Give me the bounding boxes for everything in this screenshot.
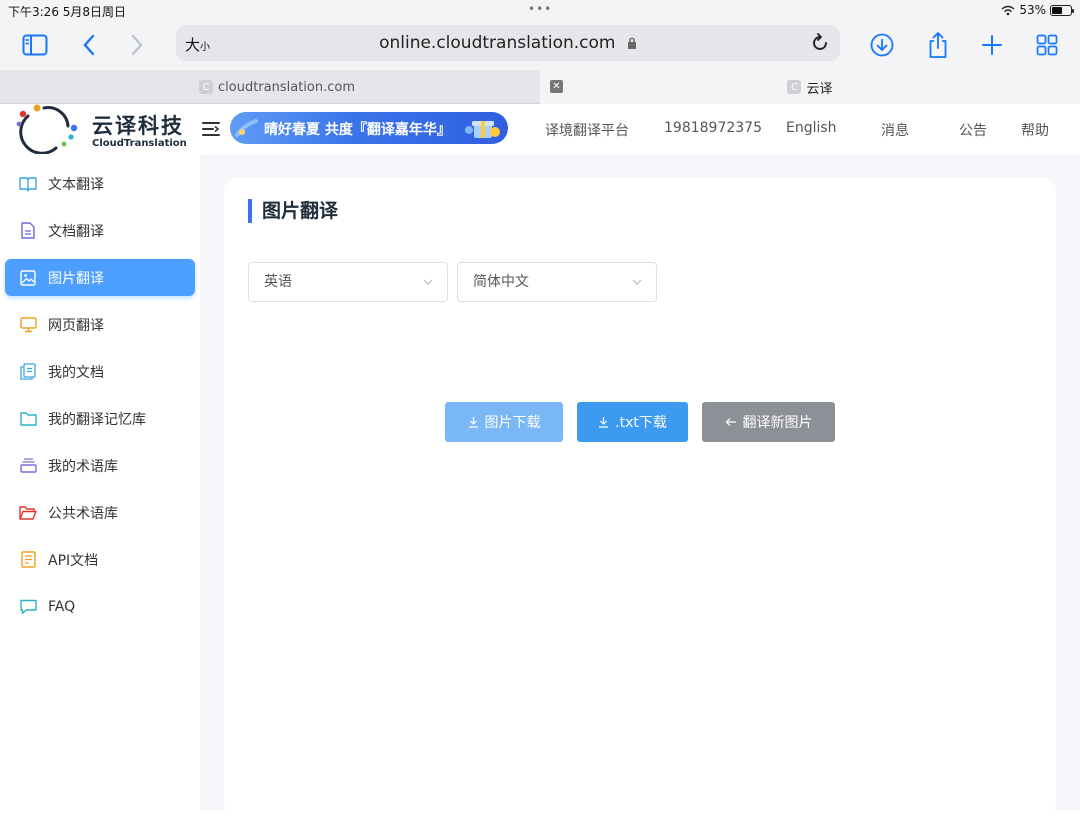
browser-toolbar: 大小 online.cloudtranslation.com xyxy=(0,22,1080,70)
book-icon xyxy=(19,175,37,193)
nav-platform-link[interactable]: 译境翻译平台 xyxy=(545,120,629,140)
source-language-value: 英语 xyxy=(264,274,292,290)
sidebar-item-label: 文本翻译 xyxy=(48,176,104,193)
favicon-icon: C xyxy=(199,80,213,94)
folder-icon xyxy=(19,410,37,428)
menu-collapse-icon[interactable] xyxy=(202,121,220,137)
close-tab-icon[interactable]: ✕ xyxy=(550,80,563,93)
sidebar-toggle-icon[interactable] xyxy=(18,28,52,62)
translate-new-image-label: 翻译新图片 xyxy=(742,415,813,431)
multitasking-dots-icon[interactable]: ••• xyxy=(528,2,552,16)
status-right: 53% xyxy=(1001,3,1074,17)
sidebar-item-web-translation[interactable]: 网页翻译 xyxy=(5,306,195,343)
stack-icon xyxy=(19,457,37,475)
sidebar-item-my-termbase[interactable]: 我的术语库 xyxy=(5,447,195,484)
page-title: 图片翻译 xyxy=(248,199,338,223)
sidebar-item-label: 文档翻译 xyxy=(48,223,104,240)
sidebar-item-translation-memory[interactable]: 我的翻译记忆库 xyxy=(5,400,195,437)
url-display[interactable]: online.cloudtranslation.com xyxy=(176,33,840,53)
tab-overview-icon[interactable] xyxy=(1030,28,1064,62)
download-txt-label: .txt下载 xyxy=(615,415,667,431)
banner-text: 晴好春夏 共度『翻译嘉年华』 xyxy=(264,122,451,138)
tab-title: 云译 xyxy=(806,81,833,97)
document-icon xyxy=(19,222,37,240)
tab-title: cloudtranslation.com xyxy=(218,79,356,95)
sidebar-item-label: 我的翻译记忆库 xyxy=(48,411,146,428)
battery-level xyxy=(1052,6,1062,14)
nav-messages-link[interactable]: 消息 xyxy=(881,120,909,140)
sidebar-item-my-documents[interactable]: 我的文档 xyxy=(5,353,195,390)
download-icon[interactable] xyxy=(865,28,899,62)
battery-icon xyxy=(1050,4,1074,16)
rocket-icon xyxy=(235,119,258,137)
download-icon xyxy=(468,417,478,428)
reload-icon[interactable] xyxy=(808,31,832,55)
sidebar: 文本翻译 文档翻译 图片翻译 网页翻译 我的文档 我的翻译记忆库 我的术语库 公… xyxy=(0,154,200,810)
brand-name[interactable]: 云译科技 CloudTranslation xyxy=(92,110,187,149)
download-txt-button[interactable]: .txt下载 xyxy=(577,402,688,442)
url-text: online.cloudtranslation.com xyxy=(379,33,616,53)
sidebar-item-label: 我的文档 xyxy=(48,364,104,381)
tab-bar: C cloudtranslation.com C 云译 ✕ xyxy=(0,70,1080,104)
wifi-icon xyxy=(1001,5,1015,15)
back-icon[interactable] xyxy=(72,28,106,62)
status-time: 下午3:26 5月8日周日 xyxy=(8,5,127,19)
sidebar-item-label: API文档 xyxy=(48,552,99,569)
image-icon xyxy=(19,269,37,287)
nav-language-link[interactable]: English xyxy=(786,120,837,136)
sidebar-item-label: 我的术语库 xyxy=(48,458,118,475)
chat-icon xyxy=(19,598,37,616)
nav-announcements-link[interactable]: 公告 xyxy=(959,120,987,140)
sidebar-item-faq[interactable]: FAQ xyxy=(5,588,195,625)
sidebar-item-text-translation[interactable]: 文本翻译 xyxy=(5,165,195,202)
download-image-label: 图片下载 xyxy=(484,415,541,431)
brand-en: CloudTranslation xyxy=(92,138,187,149)
tab-cloudtranslation[interactable]: C cloudtranslation.com xyxy=(0,70,540,104)
folder-open-icon xyxy=(19,504,37,522)
target-language-select[interactable]: 简体中文 xyxy=(457,262,657,302)
sidebar-item-public-termbase[interactable]: 公共术语库 xyxy=(5,494,195,531)
app-header: 云译科技 CloudTranslation 晴好春夏 共度『翻译嘉年华』 译境翻… xyxy=(0,104,1080,154)
gift-box-icon xyxy=(465,121,500,138)
sidebar-item-document-translation[interactable]: 文档翻译 xyxy=(5,212,195,249)
translate-new-image-button[interactable]: 翻译新图片 xyxy=(702,402,835,442)
image-translation-card: 图片翻译 英语 简体中文 图片下载 .txt下载 翻译新图片 xyxy=(224,177,1056,817)
sidebar-item-label: FAQ xyxy=(48,598,76,615)
arrow-left-icon xyxy=(725,418,736,426)
sidebar-item-label: 网页翻译 xyxy=(48,317,104,334)
api-doc-icon xyxy=(19,551,37,569)
main-content: 图片翻译 英语 简体中文 图片下载 .txt下载 翻译新图片 xyxy=(200,154,1080,817)
share-icon[interactable] xyxy=(921,28,955,62)
new-tab-icon[interactable] xyxy=(975,28,1009,62)
sidebar-item-api-docs[interactable]: API文档 xyxy=(5,541,195,578)
chevron-down-icon xyxy=(632,279,642,285)
favicon-icon: C xyxy=(787,80,802,94)
monitor-icon xyxy=(19,316,37,334)
sidebar-item-label: 公共术语库 xyxy=(48,505,118,522)
sidebar-item-image-translation[interactable]: 图片翻译 xyxy=(5,259,195,296)
download-image-button[interactable]: 图片下载 xyxy=(445,402,563,442)
sidebar-item-label: 图片翻译 xyxy=(48,270,104,287)
target-language-value: 简体中文 xyxy=(473,274,529,290)
status-bar: 下午3:26 5月8日周日 ••• 53% xyxy=(0,0,1080,22)
chevron-down-icon xyxy=(423,279,433,285)
brand-logo-icon[interactable] xyxy=(14,104,84,154)
download-icon xyxy=(599,417,609,428)
lock-icon xyxy=(627,37,636,49)
battery-percent: 53% xyxy=(1019,3,1046,17)
promo-banner[interactable]: 晴好春夏 共度『翻译嘉年华』 xyxy=(230,112,508,144)
address-bar[interactable]: 大小 online.cloudtranslation.com xyxy=(176,25,840,61)
forward-icon[interactable] xyxy=(120,28,154,62)
tab-yunyi[interactable]: C 云译 xyxy=(540,70,1080,104)
brand-cn: 云译科技 xyxy=(92,114,184,138)
nav-user-phone[interactable]: 19818972375 xyxy=(664,120,762,136)
nav-help-link[interactable]: 帮助 xyxy=(1021,120,1049,140)
files-icon xyxy=(19,363,37,381)
source-language-select[interactable]: 英语 xyxy=(248,262,448,302)
